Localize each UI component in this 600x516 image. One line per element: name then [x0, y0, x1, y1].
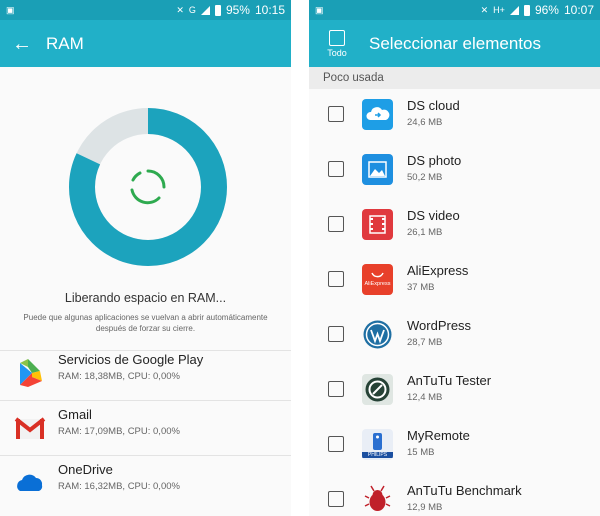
app-row[interactable]: OneDrive RAM: 16,32MB, CPU: 0,00%: [0, 456, 291, 511]
item-name: DS photo: [407, 153, 462, 168]
reopen-note: Puede que algunas aplicaciones se vuelva…: [23, 313, 268, 333]
battery-icon: [523, 4, 530, 16]
battery-icon: [214, 4, 221, 16]
mute-icon: ✕: [176, 4, 184, 15]
app-bar: Todo Seleccionar elementos: [309, 20, 600, 67]
app-row[interactable]: Servicios de Google Play RAM: 18,38MB, C…: [0, 346, 291, 401]
app-usage: RAM: 18,38MB, CPU: 0,00%: [58, 371, 180, 382]
list-item[interactable]: AnTuTu Tester 12,4 MB: [309, 362, 600, 417]
aliexpress-icon: AliExpress: [362, 264, 393, 295]
signal-icon: [200, 5, 210, 15]
app-bar: ← RAM: [0, 20, 291, 67]
app-usage: RAM: 17,09MB, CPU: 0,00%: [58, 426, 180, 437]
item-name: DS cloud: [407, 98, 460, 113]
item-size: 28,7 MB: [407, 337, 443, 348]
ds-cloud-icon: [362, 99, 393, 130]
item-checkbox[interactable]: [328, 161, 344, 177]
section-header: Poco usada: [309, 67, 600, 89]
app-name: Servicios de Google Play: [58, 352, 204, 367]
item-name: AnTuTu Tester: [407, 373, 492, 388]
gmail-icon: [14, 412, 46, 444]
page-title: RAM: [46, 33, 84, 53]
item-size: 26,1 MB: [407, 227, 443, 238]
antutu-tester-icon: [362, 374, 393, 405]
item-checkbox[interactable]: [328, 491, 344, 507]
item-size: 12,4 MB: [407, 392, 443, 403]
app-row[interactable]: Gmail RAM: 17,09MB, CPU: 0,00%: [0, 401, 291, 456]
item-name: WordPress: [407, 318, 472, 333]
app-name: OneDrive: [58, 462, 113, 477]
clock: 10:07: [563, 3, 594, 17]
select-all-checkbox[interactable]: Todo: [321, 29, 353, 58]
myremote-icon: PHILIPS: [362, 429, 393, 460]
list-item[interactable]: DS cloud 24,6 MB: [309, 87, 600, 142]
google-play-services-icon: [14, 357, 46, 389]
network-icon: H+: [493, 4, 505, 15]
signal-icon: [509, 5, 519, 15]
battery-percent: 96%: [534, 3, 559, 17]
item-size: 50,2 MB: [407, 172, 443, 183]
back-arrow-icon[interactable]: ←: [12, 34, 32, 54]
ram-usage-ring: [69, 108, 227, 266]
checkbox-icon: [329, 29, 345, 46]
onedrive-icon: [14, 467, 46, 499]
list-item[interactable]: AnTuTu Benchmark 12,9 MB: [309, 472, 600, 516]
item-size: 15 MB: [407, 447, 435, 458]
item-size: 37 MB: [407, 282, 435, 293]
item-checkbox[interactable]: [328, 106, 344, 122]
freeing-status-text: Liberando espacio en RAM...: [64, 291, 227, 305]
mute-icon: ✕: [480, 4, 489, 15]
item-checkbox[interactable]: [328, 271, 344, 287]
ds-video-icon: [362, 209, 393, 240]
item-checkbox[interactable]: [328, 326, 344, 342]
battery-percent: 95%: [225, 3, 250, 17]
list-item[interactable]: DS photo 50,2 MB: [309, 142, 600, 197]
select-items-screen: ▣ ✕ H+ 96% 10:07 Todo Seleccionar elemen…: [309, 0, 600, 516]
item-checkbox[interactable]: [328, 216, 344, 232]
item-checkbox[interactable]: [328, 436, 344, 452]
item-name: AnTuTu Benchmark: [407, 483, 522, 498]
antutu-benchmark-icon: [362, 484, 393, 515]
item-name: DS video: [407, 208, 460, 223]
status-bar: ▣ ✕ H+ 96% 10:07: [309, 0, 600, 20]
item-size: 24,6 MB: [407, 117, 443, 128]
ds-photo-icon: [362, 154, 393, 185]
wordpress-icon: [362, 319, 393, 350]
loading-spinner-icon: [130, 169, 166, 205]
status-bar: ▣ ✕ G 95% 10:15: [0, 0, 291, 20]
philips-logo-text: PHILIPS: [362, 452, 393, 458]
clock: 10:15: [254, 3, 285, 17]
item-name: AliExpress: [407, 263, 469, 278]
list-item[interactable]: PHILIPS MyRemote 15 MB: [309, 417, 600, 472]
image-notification-icon: ▣: [315, 4, 324, 15]
list-item[interactable]: DS video 26,1 MB: [309, 197, 600, 252]
select-all-label: Todo: [327, 47, 347, 58]
aliexpress-logo-text: AliExpress: [364, 281, 391, 287]
app-name: Gmail: [58, 407, 92, 422]
network-icon: G: [188, 4, 196, 15]
list-item[interactable]: AliExpress AliExpress 37 MB: [309, 252, 600, 307]
item-name: MyRemote: [407, 428, 470, 443]
item-checkbox[interactable]: [328, 381, 344, 397]
page-title: Seleccionar elementos: [369, 33, 541, 53]
image-notification-icon: ▣: [6, 4, 15, 15]
list-item[interactable]: WordPress 28,7 MB: [309, 307, 600, 362]
item-size: 12,9 MB: [407, 502, 443, 513]
app-usage: RAM: 16,32MB, CPU: 0,00%: [58, 481, 180, 492]
ram-screen: ▣ ✕ G 95% 10:15 ← RAM Liberando espacio …: [0, 0, 291, 516]
